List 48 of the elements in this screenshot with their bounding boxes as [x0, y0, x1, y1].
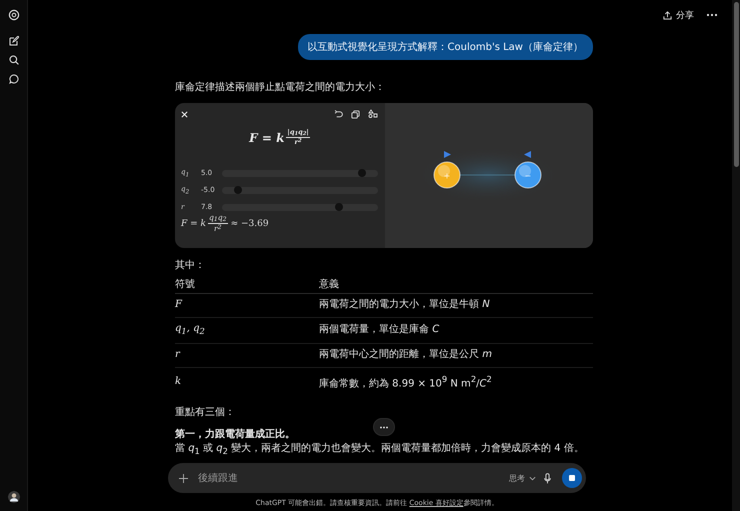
chevron-down-icon: [529, 476, 536, 480]
slider-track[interactable]: [222, 170, 378, 177]
table-cell: k: [175, 368, 319, 396]
chat-bubble-icon[interactable]: [8, 74, 18, 84]
message-field[interactable]: 後續跟進 思考: [168, 463, 586, 493]
slider-track[interactable]: [222, 186, 378, 194]
table-cell: 庫侖常數，約為 8.99 × 10$^{9}$ N m$^{2}$/C$^{2}$: [319, 368, 593, 396]
scrollbar-thumb[interactable]: [734, 2, 738, 167]
more-icon: [379, 426, 389, 428]
stop-button[interactable]: [562, 468, 582, 488]
mode-dropdown[interactable]: 思考: [509, 472, 536, 484]
new-chat-icon[interactable]: [8, 36, 18, 46]
share-button[interactable]: 分享: [663, 8, 694, 22]
search-icon[interactable]: [8, 55, 18, 65]
plus-icon[interactable]: [179, 474, 188, 482]
shapes-icon[interactable]: [368, 109, 378, 119]
table-cell: F: [175, 294, 319, 318]
paragraph: 當 q$_{1}$ 或 q$_{2}$ 變大，兩者之間的電力也會變大。兩個電荷量都加倍時，力會變成原本的 4 倍。: [175, 442, 584, 458]
label: 其中：: [175, 259, 205, 273]
table-cell: q$_{1}$, q$_{2}$: [175, 318, 319, 344]
stop-icon: [569, 475, 575, 481]
charge-sign: −: [524, 172, 532, 180]
logo-icon[interactable]: [8, 9, 20, 21]
user-message: 以互動式視覺化呈現方式解釋：Coulomb's Law（庫侖定律）: [298, 34, 593, 60]
table-cell: 兩電荷中心之間的距離，單位是公尺 m: [319, 344, 593, 368]
close-icon[interactable]: [181, 110, 188, 118]
column-header: 意義: [319, 275, 593, 294]
more-button[interactable]: [373, 418, 395, 436]
slider-thumb[interactable]: [335, 203, 343, 212]
slider-thumb[interactable]: [358, 169, 366, 178]
share-icon: [663, 10, 672, 20]
undo-icon[interactable]: [334, 110, 343, 118]
charge-ball[interactable]: [514, 162, 542, 188]
column-header: 符號: [175, 275, 319, 294]
copy-icon[interactable]: [351, 110, 360, 118]
table-cell: r: [175, 344, 319, 368]
charge-sign: +: [444, 172, 450, 180]
avatar-icon[interactable]: [8, 491, 20, 503]
heading: 重點有三個：: [175, 406, 235, 420]
paragraph: 庫侖定律描述兩個靜止點電荷之間的電力大小：: [175, 81, 385, 95]
slider-track[interactable]: [222, 204, 378, 211]
table-cell: 兩電荷之間的電力大小，單位是牛頓 N: [319, 294, 593, 318]
slider-thumb[interactable]: [234, 186, 242, 194]
charge-ball[interactable]: [434, 162, 460, 188]
point-title: 第一，力跟電荷量成正比。: [175, 428, 295, 442]
microphone-icon[interactable]: [544, 472, 551, 484]
more-icon[interactable]: [706, 13, 718, 17]
table-cell: 兩個電荷量，單位是庫侖 C: [319, 318, 593, 344]
